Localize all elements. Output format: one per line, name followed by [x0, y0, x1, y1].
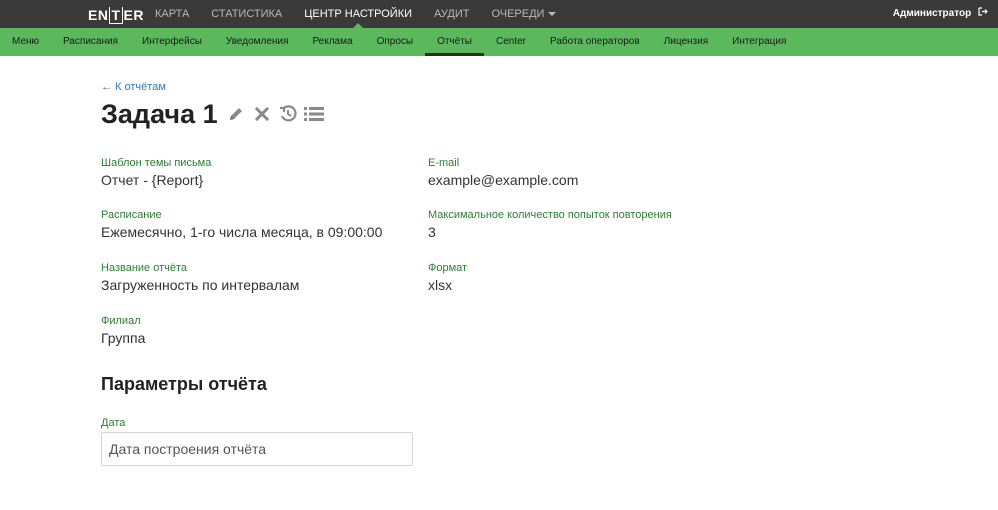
- field-subject: Шаблон темы письма Отчет - {Report}: [101, 157, 211, 188]
- field-subject-label: Шаблон темы письма: [101, 157, 212, 169]
- settings-subnav: Меню Расписания Интерфейсы Уведомления Р…: [0, 28, 998, 56]
- field-report-name: Название отчёта Загруженность по интерва…: [101, 262, 299, 293]
- logo-text-left: EN: [88, 7, 109, 23]
- subnav-surveys[interactable]: Опросы: [365, 28, 426, 56]
- date-field-label: Дата: [101, 417, 126, 429]
- field-email-value: example@example.com: [428, 172, 579, 188]
- subnav-license[interactable]: Лицензия: [652, 28, 720, 56]
- pencil-icon[interactable]: [226, 104, 246, 124]
- subnav-integration[interactable]: Интеграция: [720, 28, 798, 56]
- subnav-menu[interactable]: Меню: [0, 28, 51, 56]
- history-icon[interactable]: [278, 104, 298, 124]
- chevron-down-icon: [548, 12, 557, 17]
- field-schedule-value: Ежемесячно, 1-го числа месяца, в 09:00:0…: [101, 224, 383, 240]
- field-branch-value: Группа: [101, 330, 146, 346]
- nav-queues[interactable]: ОЧЕРЕДИ: [480, 0, 567, 28]
- field-report-name-value: Загруженность по интервалам: [101, 277, 300, 293]
- subnav-ads[interactable]: Реклама: [300, 28, 364, 56]
- task-actions: [226, 104, 324, 124]
- field-subject-value: Отчет - {Report}: [101, 172, 204, 188]
- field-format-label: Формат: [428, 262, 468, 274]
- subnav-operators[interactable]: Работа операторов: [538, 28, 652, 56]
- subnav-reports[interactable]: Отчёты: [425, 28, 484, 56]
- title-row: Задача 1: [101, 96, 324, 132]
- page-title: Задача 1: [101, 98, 218, 129]
- subnav-schedules[interactable]: Расписания: [51, 28, 130, 56]
- field-email-label: E-mail: [428, 157, 460, 169]
- close-icon[interactable]: [252, 104, 272, 124]
- logout-icon[interactable]: [978, 0, 988, 28]
- user-name: Администратор: [892, 8, 972, 19]
- field-retries-label: Максимальное количество попыток повторен…: [428, 209, 672, 221]
- field-format-value: xlsx: [428, 277, 453, 293]
- sub-navbar: Меню Расписания Интерфейсы Уведомления Р…: [0, 28, 998, 56]
- logo-text-right: ER: [123, 7, 144, 23]
- field-schedule-label: Расписание: [101, 209, 162, 221]
- back-to-reports-link[interactable]: ← К отчётам: [101, 81, 166, 93]
- subnav-center[interactable]: Center: [484, 28, 538, 56]
- list-icon[interactable]: [303, 104, 324, 124]
- main-nav: КАРТА СТАТИСТИКА ЦЕНТР НАСТРОЙКИ АУДИТ О…: [144, 0, 567, 28]
- nav-statistics[interactable]: СТАТИСТИКА: [200, 0, 293, 28]
- field-email: E-mail example@example.com: [428, 157, 578, 188]
- nav-audit[interactable]: АУДИТ: [423, 0, 480, 28]
- nav-map[interactable]: КАРТА: [144, 0, 200, 28]
- nav-settings-center[interactable]: ЦЕНТР НАСТРОЙКИ: [293, 0, 423, 28]
- field-retries: Максимальное количество попыток повторен…: [428, 209, 672, 240]
- field-branch: Филиал Группа: [101, 315, 145, 346]
- logo-text-mid: T: [109, 7, 123, 24]
- field-branch-label: Филиал: [101, 315, 141, 327]
- field-report-name-label: Название отчёта: [101, 262, 188, 274]
- subnav-interfaces[interactable]: Интерфейсы: [130, 28, 214, 56]
- nav-queues-label: ОЧЕРЕДИ: [491, 8, 545, 20]
- field-schedule: Расписание Ежемесячно, 1-го числа месяца…: [101, 209, 382, 240]
- top-navbar: EN T ER КАРТА СТАТИСТИКА ЦЕНТР НАСТРОЙКИ А…: [0, 0, 998, 28]
- user-menu[interactable]: Администратор: [893, 0, 988, 28]
- enter-logo[interactable]: EN T ER: [88, 7, 144, 24]
- report-params-title: Параметры отчёта: [101, 374, 267, 394]
- subnav-notifications[interactable]: Уведомления: [214, 28, 301, 56]
- field-retries-value: 3: [428, 224, 436, 240]
- field-format: Формат xlsx: [428, 262, 467, 293]
- report-date-input[interactable]: [101, 432, 413, 466]
